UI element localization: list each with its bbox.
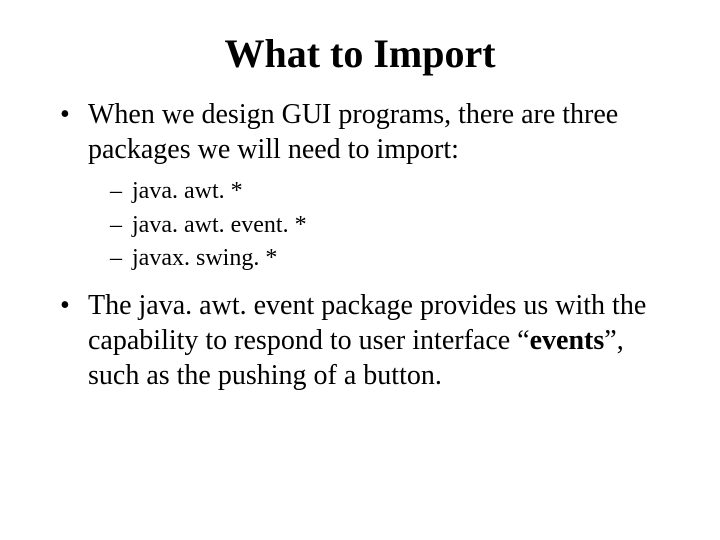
sub-bullet-2: java. awt. event. * <box>110 209 670 243</box>
sub-bullet-1: java. awt. * <box>110 175 670 209</box>
bullet-list: When we design GUI programs, there are t… <box>60 97 670 393</box>
slide-title: What to Import <box>50 30 670 77</box>
bullet-2-bold: events <box>530 325 605 356</box>
sub-bullet-list: java. awt. * java. awt. event. * javax. … <box>110 175 670 276</box>
bullet-1-text: When we design GUI programs, there are t… <box>88 99 618 165</box>
bullet-1: When we design GUI programs, there are t… <box>60 97 670 276</box>
sub-bullet-3: javax. swing. * <box>110 242 670 276</box>
slide: What to Import When we design GUI progra… <box>0 0 720 540</box>
bullet-2: The java. awt. event package provides us… <box>60 288 670 393</box>
